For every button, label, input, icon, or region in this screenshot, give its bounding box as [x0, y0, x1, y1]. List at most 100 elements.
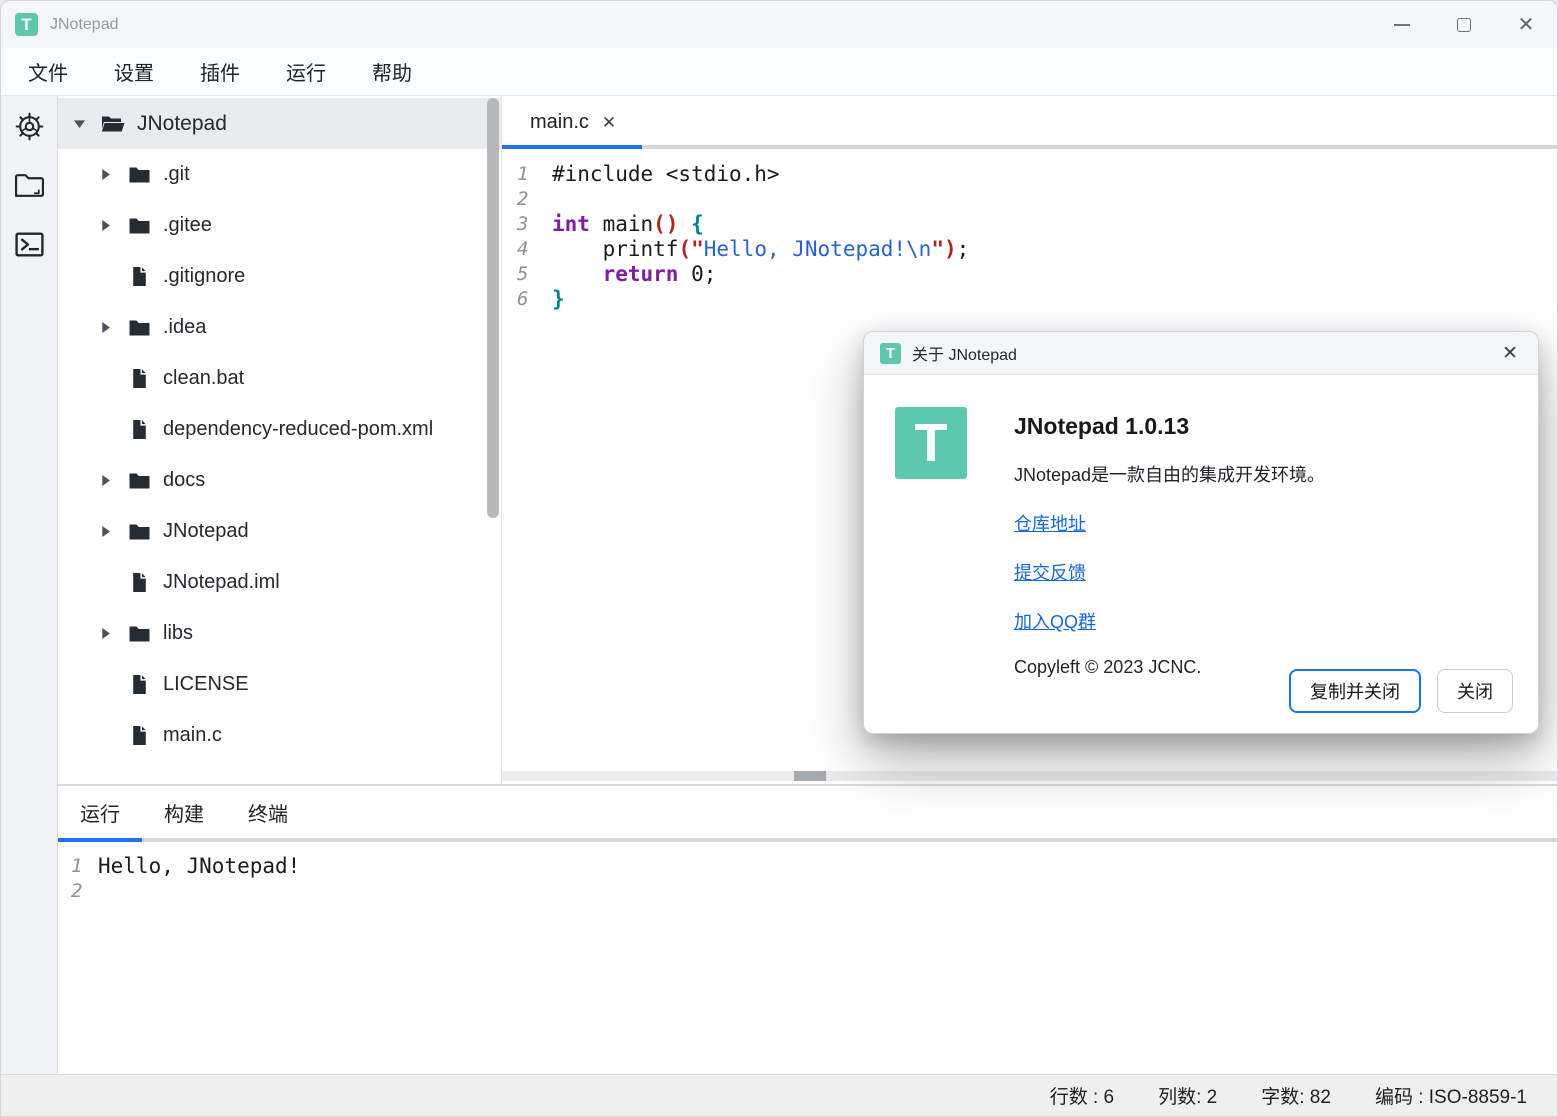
minimize-button[interactable] — [1371, 1, 1433, 48]
line-number: 4 — [502, 237, 552, 262]
code-token: { — [691, 212, 704, 236]
tree-row-jnotepad-folder[interactable]: JNotepad — [58, 506, 501, 557]
tree-item-label: docs — [163, 469, 205, 492]
tree-row-git[interactable]: .git — [58, 149, 501, 200]
menu-plugins[interactable]: 插件 — [198, 53, 242, 90]
file-icon — [124, 266, 154, 287]
tree-item-label: dependency-reduced-pom.xml — [163, 418, 433, 441]
chevron-right-icon[interactable] — [94, 166, 116, 183]
tree-item-label: main.c — [163, 724, 222, 747]
menu-file[interactable]: 文件 — [26, 53, 70, 90]
dialog-title: 关于 JNotepad — [912, 341, 1017, 365]
dialog-title-bar: T 关于 JNotepad ✕ — [864, 332, 1538, 375]
code-token: Hello, JNotepad!\n — [704, 237, 932, 261]
code-token: ( — [678, 237, 691, 261]
link-qq-group[interactable]: 加入QQ群 — [1014, 608, 1096, 634]
tree-item-label: JNotepad — [137, 112, 227, 136]
tree-item-label: LICENSE — [163, 673, 249, 696]
folder-icon — [124, 625, 154, 643]
tree-row-root[interactable]: JNotepad — [58, 98, 501, 149]
code-line: 4 printf("Hello, JNotepad!\n"); — [502, 237, 1557, 262]
file-icon — [124, 419, 154, 440]
link-feedback[interactable]: 提交反馈 — [1014, 559, 1086, 585]
tree-row-license[interactable]: LICENSE — [58, 659, 501, 710]
tree-row-gitignore[interactable]: .gitignore — [58, 251, 501, 302]
tree-row-dependency-pom[interactable]: dependency-reduced-pom.xml — [58, 404, 501, 455]
output-line-number: 2 — [58, 879, 98, 904]
status-line-count: 行数 : 6 — [1050, 1082, 1114, 1109]
status-char-count: 字数: 82 — [1261, 1082, 1331, 1109]
editor-horizontal-scrollbar — [502, 771, 1557, 781]
output-line: 1 Hello, JNotepad! — [58, 854, 1557, 879]
folder-icon — [124, 472, 154, 490]
bottom-tab-bar: 运行 构建 终端 — [58, 786, 1557, 842]
code-token: main — [590, 212, 653, 236]
close-button[interactable]: ✕ — [1495, 1, 1557, 48]
status-encoding: 编码 : ISO-8859-1 — [1375, 1082, 1527, 1109]
tree-item-label: JNotepad.iml — [163, 571, 280, 594]
tree-row-libs[interactable]: libs — [58, 608, 501, 659]
code-line: 2 — [502, 187, 1557, 212]
code-token: ) — [944, 237, 957, 261]
tree-scrollbar-thumb[interactable] — [487, 98, 499, 518]
tree-row-clean-bat[interactable]: clean.bat — [58, 353, 501, 404]
terminal-icon[interactable] — [13, 228, 45, 260]
chevron-right-icon[interactable] — [94, 472, 116, 489]
status-column: 列数: 2 — [1158, 1082, 1217, 1109]
app-window: T JNotepad ✕ 文件 设置 插件 运行 帮助 — [0, 0, 1558, 1117]
activity-bar — [1, 96, 58, 1074]
code-token — [678, 212, 691, 236]
copyright-text: Copyleft © 2023 JCNC. — [1014, 657, 1325, 678]
folder-icon[interactable] — [13, 169, 45, 201]
tab-build[interactable]: 构建 — [142, 798, 226, 842]
chevron-right-icon[interactable] — [94, 625, 116, 642]
code-token: ; — [957, 237, 970, 261]
line-number: 2 — [502, 187, 552, 212]
tree-row-idea[interactable]: .idea — [58, 302, 501, 353]
folder-open-icon — [98, 114, 128, 133]
tab-close-icon[interactable]: ✕ — [602, 113, 616, 133]
code-token: #include <stdio.h> — [552, 162, 780, 186]
dialog-close-button[interactable]: 关闭 — [1437, 669, 1513, 713]
file-icon — [124, 368, 154, 389]
folder-icon — [124, 523, 154, 541]
dialog-close-icon[interactable]: ✕ — [1498, 340, 1522, 367]
dialog-app-logo-icon: T — [880, 343, 901, 364]
chevron-right-icon[interactable] — [94, 523, 116, 540]
tree-row-docs[interactable]: docs — [58, 455, 501, 506]
app-description: JNotepad是一款自由的集成开发环境。 — [1014, 461, 1325, 487]
link-repository[interactable]: 仓库地址 — [1014, 510, 1086, 536]
tree-item-label: libs — [163, 622, 193, 645]
code-token: 0; — [678, 262, 716, 286]
tab-run[interactable]: 运行 — [58, 798, 142, 842]
tree-scrollbar — [487, 98, 499, 782]
minimize-icon — [1394, 24, 1410, 26]
tree-row-gitee[interactable]: .gitee — [58, 200, 501, 251]
menu-help[interactable]: 帮助 — [370, 53, 414, 90]
menu-settings[interactable]: 设置 — [112, 53, 156, 90]
chevron-right-icon[interactable] — [94, 319, 116, 336]
code-token: int — [552, 212, 590, 236]
maximize-icon — [1457, 18, 1471, 32]
copy-and-close-button[interactable]: 复制并关闭 — [1289, 669, 1421, 713]
tree-item-label: .gitignore — [163, 265, 245, 288]
file-tree-panel: JNotepad .git .git — [58, 96, 502, 784]
chevron-down-icon[interactable] — [68, 116, 90, 131]
tree-row-main-c[interactable]: main.c — [58, 710, 501, 761]
code-token: " — [931, 237, 944, 261]
maximize-button[interactable] — [1433, 1, 1495, 48]
code-token: () — [653, 212, 678, 236]
settings-gear-icon[interactable] — [13, 110, 45, 142]
tree-row-jnotepad-iml[interactable]: JNotepad.iml — [58, 557, 501, 608]
run-output-area[interactable]: 1 Hello, JNotepad! 2 — [58, 842, 1557, 1074]
chevron-right-icon[interactable] — [94, 217, 116, 234]
jnotepad-logo: T — [895, 407, 967, 479]
tab-terminal[interactable]: 终端 — [226, 798, 310, 842]
dialog-buttons: 复制并关闭 关闭 — [1289, 669, 1513, 713]
window-title: JNotepad — [50, 16, 119, 34]
editor-scrollbar-thumb[interactable] — [794, 771, 826, 781]
menu-run[interactable]: 运行 — [284, 53, 328, 90]
code-line: 6 } — [502, 287, 1557, 312]
line-number: 3 — [502, 212, 552, 237]
tab-main-c[interactable]: main.c ✕ — [502, 111, 642, 149]
